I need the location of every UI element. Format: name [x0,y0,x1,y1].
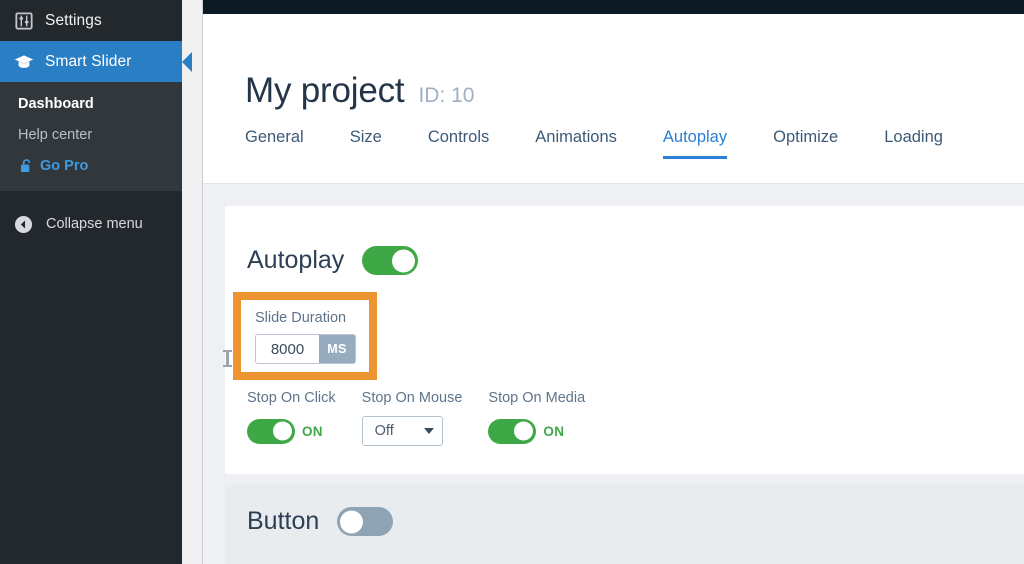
stop-on-mouse-body: Off [362,415,463,447]
tab-controls[interactable]: Controls [428,128,489,159]
stop-on-click-toggle[interactable] [247,419,295,444]
text-cursor [226,350,229,367]
sidebar-submenu: Dashboard Help center Go Pro [0,82,182,191]
project-id-label: ID: 10 [418,84,474,108]
stop-on-mouse-group: Stop On Mouse Off [362,390,463,447]
page-header: My project ID: 10 General Size Controls … [203,14,1024,184]
tab-bar: General Size Controls Animations Autopla… [245,128,1024,159]
page-title: My project [245,71,404,111]
sliders-icon [13,10,34,31]
toggle-knob [392,249,415,272]
sidebar-item-smart-slider[interactable]: Smart Slider [0,41,182,82]
slide-duration-input-wrap[interactable]: 8000 MS [255,334,356,364]
button-toggle[interactable] [337,507,393,536]
graduation-cap-icon [13,51,34,72]
tab-autoplay[interactable]: Autoplay [663,128,727,159]
toggle-knob [340,510,363,533]
sidebar-content-gap [182,0,203,564]
main-content: My project ID: 10 General Size Controls … [203,0,1024,564]
button-section-title: Button [247,507,319,536]
tab-optimize[interactable]: Optimize [773,128,838,159]
stop-on-click-state: ON [302,424,323,439]
sidebar-item-label: Smart Slider [45,53,131,71]
collapse-menu-button[interactable]: Collapse menu [0,203,182,245]
slide-duration-highlight: Slide Duration 8000 MS [233,292,377,380]
slide-duration-input[interactable]: 8000 [256,335,319,363]
tab-animations[interactable]: Animations [535,128,617,159]
app-window: Settings Smart Slider Dashboard Help cen… [0,0,1024,564]
sidebar-submenu-label: Help center [18,127,92,143]
stop-on-media-toggle[interactable] [488,419,536,444]
button-section-header: Button [225,484,1024,536]
admin-topbar [203,0,1024,14]
sidebar-item-settings[interactable]: Settings [0,0,182,41]
sidebar-submenu-label: Go Pro [40,158,88,174]
lock-open-icon [20,158,33,173]
tab-size[interactable]: Size [350,128,382,159]
title-row: My project ID: 10 [245,14,1024,111]
autoplay-section-title: Autoplay [247,246,344,275]
stop-on-click-body: ON [247,415,336,447]
tab-general[interactable]: General [245,128,304,159]
stop-on-media-state: ON [543,424,564,439]
chevron-down-icon [424,428,434,434]
toggle-knob [514,422,533,441]
toggle-knob [273,422,292,441]
tab-loading[interactable]: Loading [884,128,943,159]
stop-on-controls-row: Stop On Click ON Stop On Mouse Off [247,390,585,447]
settings-cards: Autoplay Slide Duration 8000 MS [203,184,1024,564]
stop-on-media-group: Stop On Media ON [488,390,585,447]
button-card: Button [225,484,1024,564]
chevron-left-circle-icon [13,214,34,235]
stop-on-click-group: Stop On Click ON [247,390,336,447]
stop-on-click-label: Stop On Click [247,390,336,406]
slide-duration-label: Slide Duration [255,310,369,326]
stop-on-media-label: Stop On Media [488,390,585,406]
sidebar-submenu-label: Dashboard [18,96,94,112]
sidebar-item-dashboard[interactable]: Dashboard [0,88,182,119]
stop-on-mouse-label: Stop On Mouse [362,390,463,406]
sidebar-item-go-pro[interactable]: Go Pro [0,150,182,181]
stop-on-media-body: ON [488,415,585,447]
slide-duration-group: Slide Duration 8000 MS [241,300,369,364]
sidebar-item-label: Settings [45,12,102,30]
autoplay-toggle[interactable] [362,246,418,275]
autoplay-card: Autoplay Slide Duration 8000 MS [225,206,1024,474]
sidebar-item-help-center[interactable]: Help center [0,119,182,150]
stop-on-mouse-value: Off [375,423,394,439]
admin-sidebar: Settings Smart Slider Dashboard Help cen… [0,0,182,564]
autoplay-section-header: Autoplay [225,206,1024,288]
collapse-menu-label: Collapse menu [46,216,143,232]
slide-duration-unit: MS [319,335,355,363]
stop-on-mouse-select[interactable]: Off [362,416,443,446]
